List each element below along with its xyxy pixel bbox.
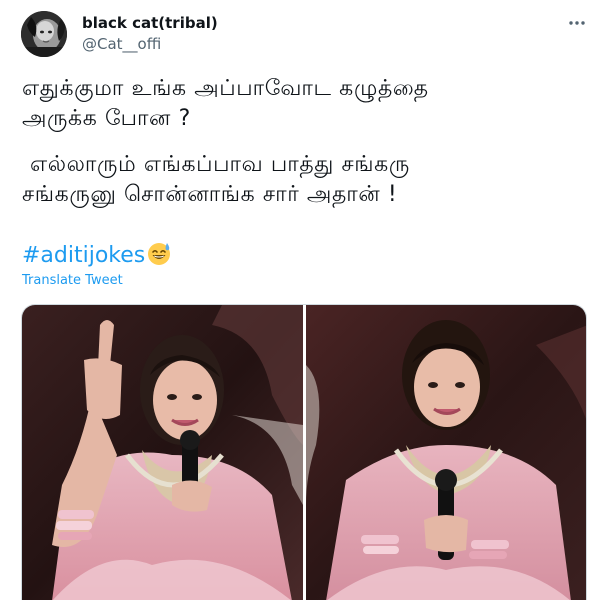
display-name[interactable]: black cat(tribal) xyxy=(82,14,218,32)
tweet-text-line: எதுக்குமா உங்க அப்பாவோட கழுத்தை xyxy=(22,76,429,101)
tweet-text-line: அருக்க போன ? xyxy=(22,106,191,131)
tweet-text-line: எல்லாரும் எங்கப்பாவ பாத்து சங்கரு xyxy=(30,152,410,177)
avatar[interactable] xyxy=(21,11,67,57)
photo-woman-pointing[interactable] xyxy=(22,305,303,600)
cat-avatar-icon xyxy=(21,11,67,57)
hashtag-link[interactable]: #aditijokes xyxy=(22,243,145,268)
grinning-face-with-sweat-icon xyxy=(146,240,172,266)
tweet-text: எதுக்குமா உங்க அப்பாவோட கழுத்தை அருக்க ப… xyxy=(22,74,582,210)
photo-woman-smiling[interactable] xyxy=(306,305,586,600)
tweet-text-line: சங்கருனு சொன்னாங்க சார் அதான் ! xyxy=(22,182,398,207)
translate-tweet-link[interactable]: Translate Tweet xyxy=(22,273,123,288)
media-container[interactable] xyxy=(21,304,587,600)
hashtag-row: #aditijokes xyxy=(22,240,172,271)
more-horizontal-icon[interactable] xyxy=(566,12,588,34)
handle[interactable]: @Cat__offi xyxy=(82,35,161,53)
tweet[interactable]: black cat(tribal) @Cat__offi எதுக்குமா உ… xyxy=(0,0,600,600)
